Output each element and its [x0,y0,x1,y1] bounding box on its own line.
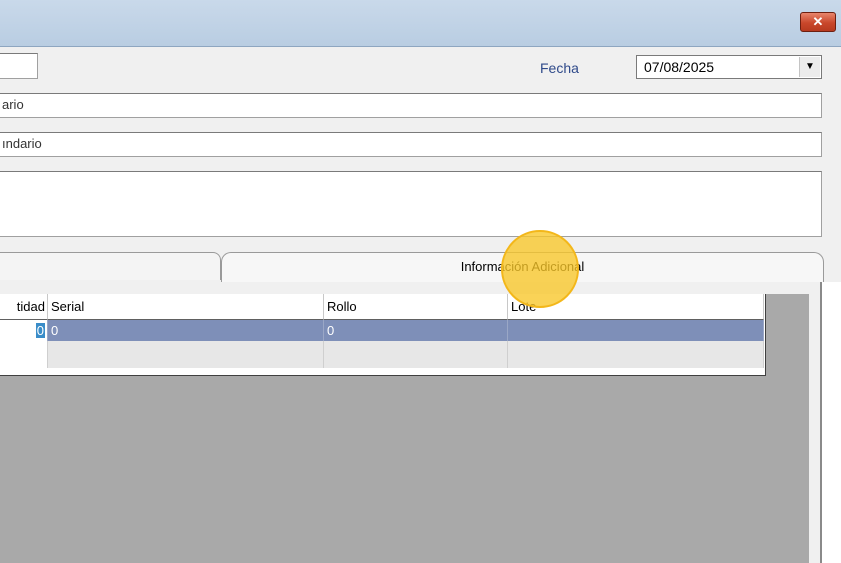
chevron-down-icon[interactable]: ▼ [799,57,820,77]
cell-lote[interactable] [508,320,764,341]
cell-serial-empty[interactable] [48,341,324,368]
table-row-selected[interactable]: 0 0 0 [0,320,764,341]
close-window-button[interactable]: ✕ [800,12,836,32]
cell-rollo[interactable]: 0 [324,320,508,341]
fecha-label: Fecha [540,60,579,76]
column-header-serial[interactable]: Serial [48,294,324,320]
table-row[interactable] [0,341,764,368]
tab-strip: Información Adicional [0,252,841,282]
window-titlebar: ✕ [0,0,841,47]
fecha-date-picker[interactable]: 07/08/2025 ▼ [636,55,822,79]
document-number-input[interactable] [0,53,38,79]
click-highlight-marker [501,230,579,308]
cell-serial[interactable]: 0 [48,320,324,341]
tab-details[interactable] [0,252,221,280]
column-header-cantidad[interactable]: tidad [0,294,48,320]
fecha-value: 07/08/2025 [644,59,715,75]
column-header-rollo[interactable]: Rollo [324,294,508,320]
cell-cantidad-value: 0 [35,323,45,338]
primary-field-input[interactable]: ario [0,93,822,118]
cell-rollo-empty[interactable] [324,341,508,368]
notes-textarea[interactable] [0,171,822,237]
items-grid[interactable]: tidad Serial Rollo Lote 0 0 0 [0,294,766,376]
cell-cantidad-empty[interactable] [0,341,48,368]
cell-cantidad[interactable]: 0 [0,320,48,341]
secondary-field-input[interactable]: ındario [0,132,822,157]
cell-lote-empty[interactable] [508,341,764,368]
